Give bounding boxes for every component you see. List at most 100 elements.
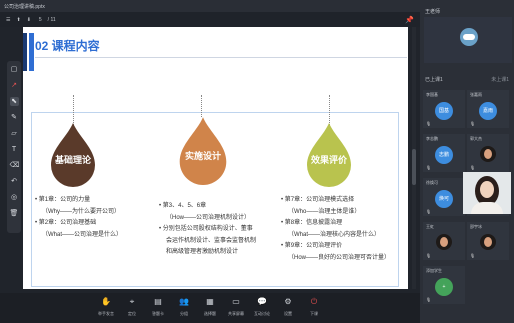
toolbar-button[interactable]: ▦ 选择题 — [201, 297, 220, 323]
column-line: （What——治理核心内容是什么） — [288, 231, 381, 238]
absent-count[interactable]: 未上课1 — [491, 76, 509, 83]
scrollbar-thumb[interactable] — [412, 149, 416, 185]
heading-divider — [35, 57, 407, 58]
app-root: 公司治理讲稿.pptx — □ ✕ ☰ ⬆ ⬇ 5 / 11 📌 ▢ ↗ ⬉ ✎… — [0, 0, 514, 323]
participant-avatar: 志鹏 — [435, 146, 453, 164]
page-total: / 11 — [47, 16, 56, 23]
teacher-video[interactable] — [424, 17, 512, 63]
video-person-body — [471, 202, 503, 214]
toolbar-button[interactable]: 👥 分组 — [175, 297, 194, 323]
video-person-face — [480, 181, 494, 198]
bottom-toolbar: ✋ 举手发言 ⌖ 定位 ▤ 答题卡 👥 分组 ▦ 选择题 ▭ 共享屏幕 💬 互动讨论 ⚙ 设置 ⏻ 下课 — [0, 293, 420, 323]
participant-avatar: 国基 — [435, 102, 453, 120]
toolbar-button-label: 举手发言 — [98, 311, 114, 316]
participant-name: 添加学生 — [426, 268, 442, 273]
participant-avatar: 焕可 — [435, 190, 453, 208]
annotation-toolbar: ▢ ↗ ⬉ ✎ ▱ T ⌫ ↶ ◎ 🗑 — [7, 61, 21, 233]
participant-tile[interactable]: 郭大杰 🎙 — [467, 134, 509, 172]
teacher-avatar — [460, 28, 478, 46]
column-line: • 第2章：公司治理基础 — [35, 220, 97, 226]
gear-icon: ⚙ — [284, 297, 292, 306]
column-line: • 第1章：公司的力量 — [35, 197, 91, 203]
toolbar-button[interactable]: 💬 互动讨论 — [253, 297, 272, 323]
participant-photo — [480, 234, 496, 250]
participant-name: 王虹 — [426, 224, 434, 229]
teacher-name: 王老师 — [425, 9, 441, 15]
heading-accent-blue — [29, 33, 34, 71]
participant-name: 徐焕可 — [426, 180, 438, 185]
column-line: • 分别包括公司股权结构设计、董事 — [159, 226, 253, 232]
column-line: • 第3、4、5、6章 — [159, 203, 207, 209]
delete-icon[interactable]: 🗑 — [10, 209, 19, 218]
participant-tile[interactable]: 李国基国基 🎙 — [423, 90, 465, 128]
participant-tile[interactable]: 添加学生 + 🎙 — [423, 266, 465, 304]
column-line: • 第9章：公司治理评价 — [281, 243, 343, 249]
toolbar-button-label: 互动讨论 — [254, 311, 270, 316]
participant-avatar: 嘉雨 — [479, 102, 497, 120]
arrow-down-icon[interactable]: ⬇ — [27, 17, 31, 23]
student-video-feed[interactable] — [463, 172, 511, 214]
toolbar-button[interactable]: ▤ 答题卡 — [149, 297, 168, 323]
participant-tile[interactable]: 李志鹏 志鹏 🎙 — [423, 134, 465, 172]
column-foundation: • 第1章：公司的力量 （Why——为什么要开公司） • 第2章：公司治理基础 … — [35, 195, 153, 241]
participant-tile[interactable]: 张嘉雨嘉雨 🎙 — [467, 90, 509, 128]
eraser-icon[interactable]: ⌫ — [10, 161, 20, 170]
chart-icon: ▦ — [206, 297, 214, 306]
mic-icon[interactable]: 🎙 — [470, 253, 475, 258]
menu-icon[interactable]: ☰ — [6, 17, 10, 23]
toolbar-button[interactable]: ⌖ 定位 — [123, 297, 142, 323]
participant-photo — [436, 234, 452, 250]
toolbar-button-label: 答题卡 — [152, 311, 164, 316]
column-line: （Why——为什么要开公司） — [42, 208, 121, 215]
column-line: • 第7章：公司治理模式选择 — [281, 197, 355, 203]
participant-tile[interactable]: 王虹 🎙 — [423, 222, 465, 260]
heading-accent-dark — [23, 33, 27, 71]
toolbar-button[interactable]: ✋ 举手发言 — [97, 297, 116, 323]
undo-icon[interactable]: ↶ — [10, 177, 19, 186]
participant-name: 李国基 — [426, 92, 438, 97]
pillar-label: 效果评价 — [310, 155, 347, 165]
location-icon: ⌖ — [129, 297, 135, 306]
chat-icon: 💬 — [257, 297, 267, 306]
participant-tile[interactable]: 邵宇冰 🎙 — [467, 222, 509, 260]
mic-icon[interactable]: 🎙 — [426, 209, 431, 214]
pillar-label: 基础理论 — [54, 155, 91, 165]
toolbar-button-label: 选择题 — [204, 311, 216, 316]
arrow-up-icon[interactable]: ⬆ — [16, 17, 20, 23]
toolbar-button[interactable]: ⏻ 下课 — [305, 297, 324, 323]
column-evaluation: • 第7章：公司治理模式选择 （Who——治理主体是谁） • 第8章：信息披露治… — [281, 195, 406, 264]
mic-icon[interactable]: 🎙 — [426, 121, 431, 126]
pen-icon[interactable]: ✎ — [10, 113, 19, 122]
column-line: （What——公司治理是什么） — [42, 231, 123, 238]
shape-icon[interactable]: ▱ — [10, 129, 19, 138]
clear-icon[interactable]: ◎ — [10, 193, 19, 202]
slide-scrollbar[interactable] — [412, 27, 416, 289]
toolbar-button[interactable]: ⚙ 设置 — [279, 297, 298, 323]
mic-icon[interactable]: 🎙 — [426, 297, 431, 302]
pillar-implementation: 实施设计 — [167, 111, 239, 187]
laser-pointer-icon[interactable]: ↗ — [10, 81, 19, 90]
text-icon[interactable]: T — [10, 145, 19, 154]
page-current: 5 — [38, 16, 42, 23]
mic-icon[interactable]: 🎙 — [470, 165, 475, 170]
column-line: • 第8章：信息披露治理 — [281, 220, 343, 226]
participant-tile[interactable]: 徐焕可焕可 🎙 — [423, 178, 465, 216]
pin-icon[interactable]: 📌 — [405, 16, 414, 24]
people-icon: 👥 — [179, 297, 189, 306]
participant-avatar: + — [435, 278, 453, 296]
slide-toolbar: ☰ ⬆ ⬇ 5 / 11 📌 — [0, 12, 420, 27]
participant-name: 邵宇冰 — [470, 224, 482, 229]
column-line: （How——公司治理机制设计） — [166, 214, 251, 221]
attended-count: 已上课1 — [425, 77, 443, 83]
column-line: 和高级管理者激励机制设计 — [166, 249, 239, 255]
mic-icon[interactable]: 🎙 — [426, 165, 431, 170]
cursor-icon[interactable]: ▢ — [10, 65, 19, 74]
toolbar-button[interactable]: ▭ 共享屏幕 — [227, 297, 246, 323]
mic-icon[interactable]: 🎙 — [426, 253, 431, 258]
mic-icon[interactable]: 🎙 — [470, 121, 475, 126]
select-icon[interactable]: ⬉ — [9, 97, 19, 106]
column-line: （Who——治理主体是谁） — [288, 208, 361, 215]
participant-name: 张嘉雨 — [470, 92, 482, 97]
hand-icon: ✋ — [101, 297, 111, 306]
participant-panel: 王老师 已上课1 未上课1 李国基 国基 🎙 张嘉雨 嘉雨 🎙 李志鹏 志鹏 🎙 郭大杰 🎙 徐焕可焕… — [420, 0, 514, 323]
